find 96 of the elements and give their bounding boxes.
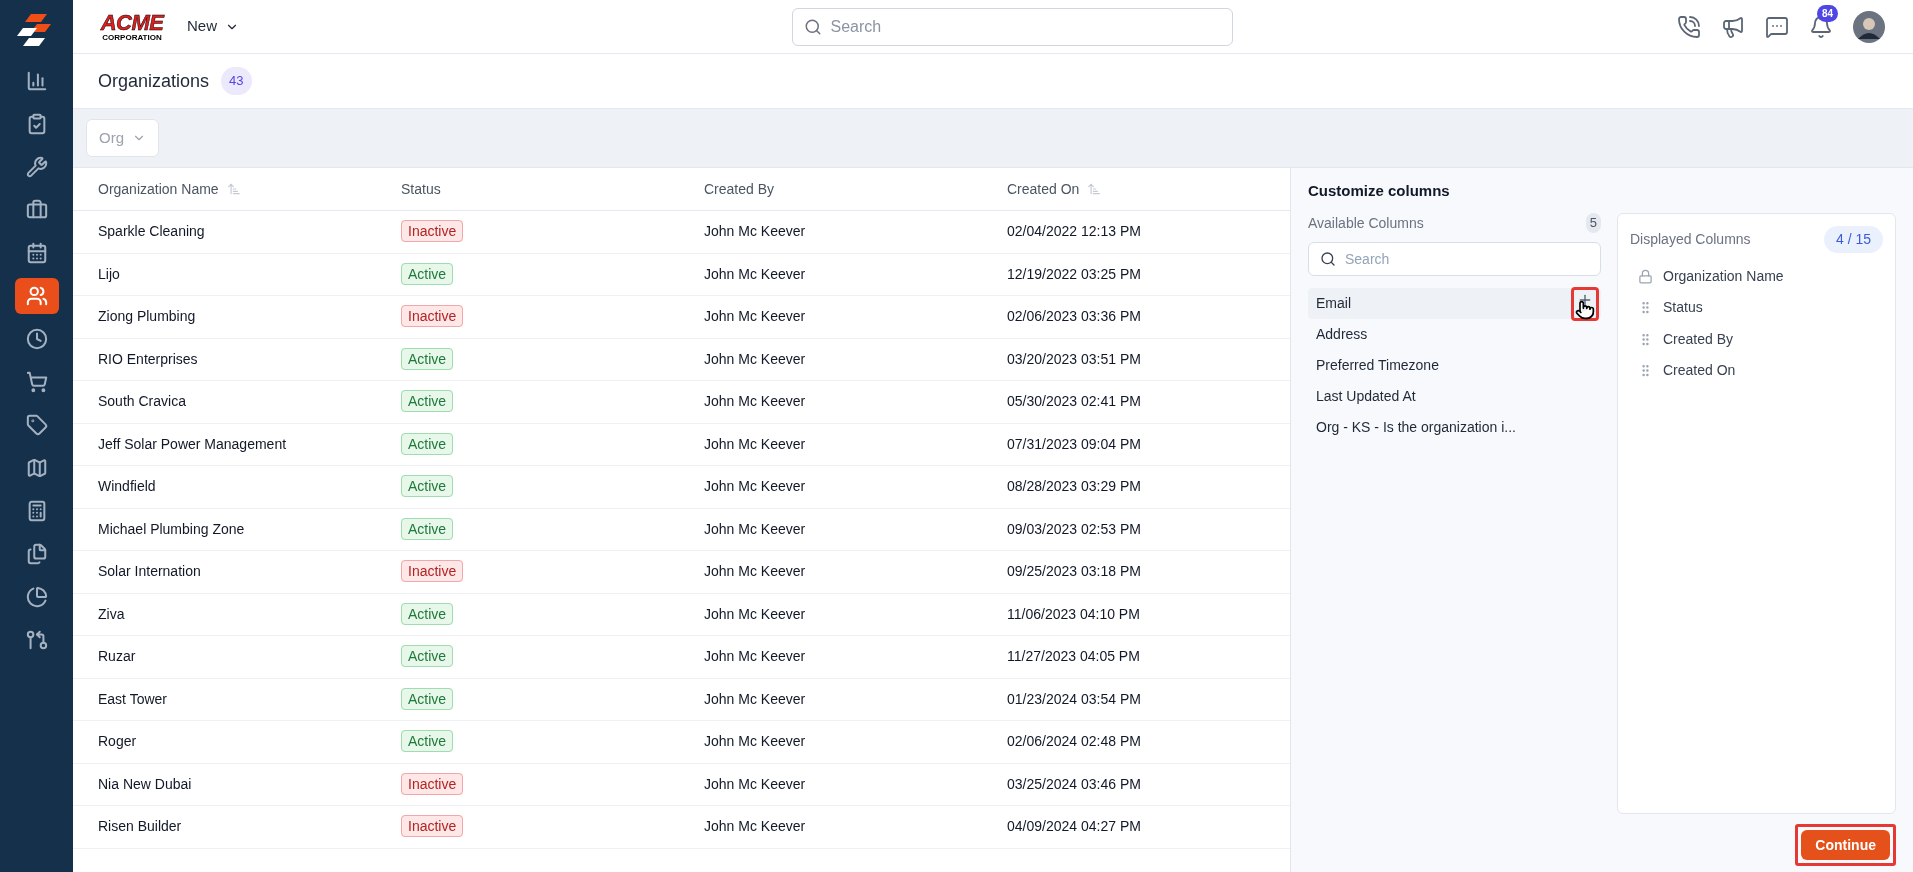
table-cell-text: John Mc Keever <box>704 774 807 794</box>
status-badge: Active <box>401 432 454 455</box>
status-badge: Active <box>401 687 454 710</box>
megaphone-icon[interactable] <box>1721 14 1745 39</box>
column-header[interactable]: Status <box>401 178 441 200</box>
table-cell-text: 11/06/2023 04:10 PM <box>1007 604 1141 624</box>
users-icon[interactable] <box>14 278 59 314</box>
notification-badge: 84 <box>1817 4 1839 22</box>
column-label: Status <box>1663 298 1703 318</box>
column-option[interactable]: Email <box>1308 287 1601 319</box>
company-logo[interactable]: ACME CORPORATION <box>97 11 167 42</box>
status-badge: Active <box>401 645 454 668</box>
table-cell-text: East Tower <box>98 689 168 709</box>
section-label: Displayed Columns <box>1630 229 1751 249</box>
column-header[interactable]: Created On <box>1007 178 1102 200</box>
status-badge: Active <box>401 390 454 413</box>
table-cell-text: Risen Builder <box>98 817 183 837</box>
table-cell-text: 08/28/2023 03:29 PM <box>1007 477 1142 497</box>
status-badge: Inactive <box>401 815 464 838</box>
panel-title: Customize columns <box>1308 181 1451 201</box>
search-icon <box>803 17 822 36</box>
table-cell-text: 09/03/2023 02:53 PM <box>1007 519 1142 539</box>
status-badge: Active <box>401 602 454 625</box>
table-cell-text: John Mc Keever <box>704 307 807 327</box>
table-cell-text: John Mc Keever <box>704 349 807 369</box>
status-badge: Inactive <box>401 560 464 583</box>
table-cell-text: 07/31/2023 09:04 PM <box>1007 434 1142 454</box>
count-badge: 43 <box>221 67 252 95</box>
table-cell-text: 12/19/2022 03:25 PM <box>1007 264 1142 284</box>
table-cell-text: John Mc Keever <box>704 222 807 242</box>
table-cell-text: 02/06/2023 03:36 PM <box>1007 307 1142 327</box>
table-cell-text: 02/06/2024 02:48 PM <box>1007 732 1142 752</box>
status-badge: Active <box>401 475 454 498</box>
page-title: Organizations <box>98 69 210 93</box>
status-badge: Active <box>401 347 454 370</box>
table-cell-text: John Mc Keever <box>704 689 807 709</box>
logo-title: ACME <box>100 11 164 34</box>
search-field[interactable]: Search <box>791 7 1233 46</box>
table-cell-text: John Mc Keever <box>704 732 807 752</box>
avatar[interactable] <box>1853 10 1885 43</box>
table-cell-text: John Mc Keever <box>704 647 807 667</box>
table-cell-text: Ruzar <box>98 647 137 667</box>
table-cell-text: Sparkle Cleaning <box>98 222 206 242</box>
table-cell-text: 03/20/2023 03:51 PM <box>1007 349 1142 369</box>
table-cell-text: 09/25/2023 03:18 PM <box>1007 562 1142 582</box>
search-icon <box>1320 250 1336 267</box>
table-cell-text: 02/04/2022 12:13 PM <box>1007 222 1142 242</box>
table-cell-text: Ziong Plumbing <box>98 307 197 327</box>
table-cell-text: John Mc Keever <box>704 817 807 837</box>
table-cell-text: Windfield <box>98 477 157 497</box>
column-option[interactable]: Last Updated At <box>1308 380 1601 412</box>
column-option[interactable]: Preferred Timezone <box>1308 349 1601 381</box>
column-label: Created By <box>1663 329 1734 349</box>
table-cell-text: Jeff Solar Power Management <box>98 434 288 454</box>
table-cell-text: Lijo <box>98 264 121 284</box>
table-cell-text: South Cravica <box>98 392 187 412</box>
phone-icon[interactable] <box>1677 14 1701 39</box>
table-cell-text: 04/09/2024 04:27 PM <box>1007 817 1142 837</box>
status-badge: Inactive <box>401 220 464 243</box>
table-cell-text: 01/23/2024 03:54 PM <box>1007 689 1142 709</box>
table-cell-text: Solar Internation <box>98 562 202 582</box>
table-cell-text: John Mc Keever <box>704 477 807 497</box>
new-menu-button[interactable]: New <box>187 15 239 38</box>
hand-cursor-icon <box>1575 299 1595 320</box>
status-badge: Active <box>401 517 454 540</box>
column-label: Created On <box>1663 361 1736 381</box>
status-badge: Inactive <box>401 305 464 328</box>
count-badge: 5 <box>1585 213 1601 233</box>
logo-subtitle: CORPORATION <box>102 33 162 42</box>
table-cell-text: 03/25/2024 03:46 PM <box>1007 774 1142 794</box>
table-cell-text: John Mc Keever <box>704 392 807 412</box>
column-header[interactable]: Created By <box>704 178 775 200</box>
chat-icon[interactable] <box>1765 14 1789 39</box>
column-label: Organization Name <box>1663 266 1784 286</box>
column-option[interactable]: Address <box>1308 318 1601 350</box>
table-cell-text: RIO Enterprises <box>98 349 199 369</box>
status-badge: Inactive <box>401 772 464 795</box>
table-cell-text: John Mc Keever <box>704 264 807 284</box>
table-cell-text: John Mc Keever <box>704 519 807 539</box>
table-cell-text: Michael Plumbing Zone <box>98 519 246 539</box>
table-cell-text: John Mc Keever <box>704 562 807 582</box>
status-badge: Active <box>401 262 454 285</box>
table-cell-text: Nia New Dubai <box>98 774 193 794</box>
search-field[interactable]: Search <box>1308 241 1601 276</box>
table-cell-text: Ziva <box>98 604 126 624</box>
column-option[interactable]: Org - KS - Is the organization i... <box>1308 411 1601 443</box>
table-cell-text: John Mc Keever <box>704 434 807 454</box>
table-cell-text: Roger <box>98 732 138 752</box>
continue-button[interactable]: Continue <box>1801 830 1890 860</box>
table-cell-text: John Mc Keever <box>704 604 807 624</box>
status-badge: Active <box>401 730 454 753</box>
count-badge: 4 / 15 <box>1823 225 1883 253</box>
section-label: Available Columns <box>1308 213 1424 233</box>
table-cell-text: 11/27/2023 04:05 PM <box>1007 647 1141 667</box>
column-header[interactable]: Organization Name <box>98 178 241 200</box>
table-cell-text: 05/30/2023 02:41 PM <box>1007 392 1142 412</box>
